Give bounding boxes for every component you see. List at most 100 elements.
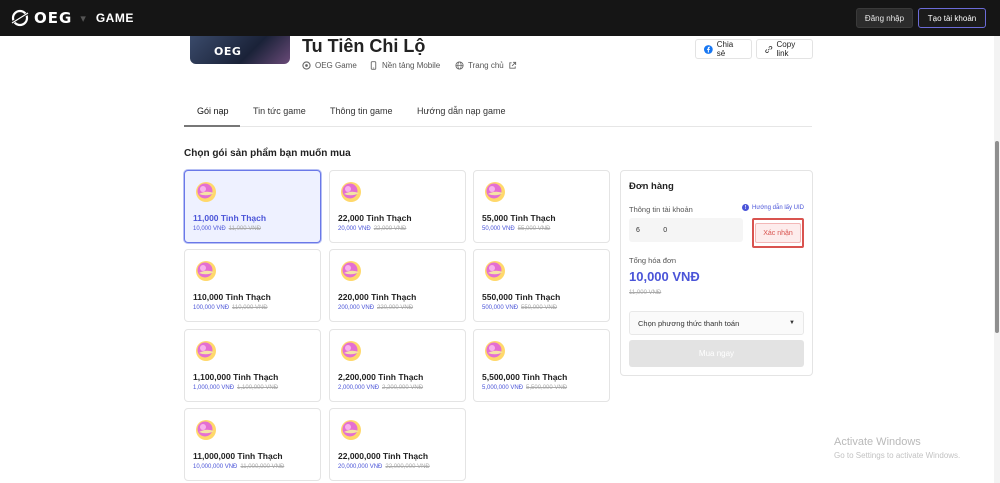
gem-icon bbox=[341, 420, 361, 440]
package-card[interactable]: 5,500,000 Tinh Thạch 5,000,000 VNĐ 5,500,0… bbox=[473, 329, 610, 402]
uid-input[interactable] bbox=[629, 218, 743, 242]
game-title: Tu Tiên Chi Lộ bbox=[302, 36, 426, 56]
package-card[interactable]: 1,100,000 Tinh Thạch 1,000,000 VNĐ 1,100,0… bbox=[184, 329, 321, 402]
package-price: 10,000 VNĐ 11,000 VNĐ bbox=[193, 226, 261, 232]
package-card[interactable]: 550,000 Tinh Thạch 500,000 VNĐ 550,000 VNĐ bbox=[473, 249, 610, 322]
share-button[interactable]: Chia sẻ bbox=[695, 39, 752, 59]
gem-icon bbox=[341, 261, 361, 281]
package-price: 1,000,000 VNĐ 1,100,000 VNĐ bbox=[193, 385, 278, 391]
package-name: 55,000 Tinh Thạch bbox=[482, 213, 556, 223]
package-price: 5,000,000 VNĐ 5,500,000 VNĐ bbox=[482, 385, 567, 391]
package-name: 11,000 Tinh Thạch bbox=[193, 213, 267, 223]
package-name: 1,100,000 Tinh Thạch bbox=[193, 372, 279, 382]
package-current-price: 50,000 VNĐ bbox=[482, 226, 515, 232]
order-panel: Đơn hàng Thông tin tài khoản ! Hướng dẫn… bbox=[620, 170, 813, 376]
package-name: 110,000 Tinh Thạch bbox=[193, 292, 271, 302]
package-original-price: 220,000 VNĐ bbox=[377, 305, 414, 311]
gem-icon bbox=[196, 182, 216, 202]
globe-icon bbox=[455, 61, 464, 70]
package-price: 10,000,000 VNĐ 11,000,000 VNĐ bbox=[193, 464, 284, 470]
content-tabs: Gói nạp Tin tức game Thông tin game Hướn… bbox=[184, 106, 812, 127]
package-card[interactable]: 55,000 Tinh Thạch 50,000 VNĐ 55,000 VNĐ bbox=[473, 170, 610, 243]
package-current-price: 20,000 VNĐ bbox=[338, 226, 371, 232]
package-name: 5,500,000 Tinh Thạch bbox=[482, 372, 568, 382]
package-current-price: 100,000 VNĐ bbox=[193, 305, 230, 311]
facebook-icon bbox=[704, 44, 713, 54]
gem-icon bbox=[341, 182, 361, 202]
total-label: Tổng hóa đơn bbox=[629, 256, 677, 265]
total-original-price: 11,000 VNĐ bbox=[629, 290, 662, 296]
gem-icon bbox=[196, 420, 216, 440]
publisher-name: OEG Game bbox=[315, 61, 357, 70]
package-original-price: 22,000 VNĐ bbox=[373, 226, 407, 232]
info-icon: ! bbox=[742, 204, 750, 211]
buy-now-button[interactable]: Mua ngay bbox=[629, 340, 804, 367]
gem-icon bbox=[485, 182, 505, 202]
uid-help-label: Hướng dẫn lấy UID bbox=[752, 204, 804, 211]
total-value: 10,000 VNĐ bbox=[629, 269, 700, 284]
package-original-price: 2,200,000 VNĐ bbox=[382, 385, 424, 391]
package-card[interactable]: 11,000 Tinh Thạch 10,000 VNĐ 11,000 VNĐ bbox=[184, 170, 321, 243]
package-card[interactable]: 110,000 Tinh Thạch 100,000 VNĐ 110,000 VNĐ bbox=[184, 249, 321, 322]
gem-icon bbox=[485, 261, 505, 281]
package-current-price: 20,000,000 VNĐ bbox=[338, 464, 383, 470]
external-link-icon bbox=[509, 61, 516, 69]
package-price: 2,000,000 VNĐ 2,200,000 VNĐ bbox=[338, 385, 423, 391]
scrollbar-thumb[interactable] bbox=[995, 141, 999, 333]
order-title: Đơn hàng bbox=[629, 181, 674, 192]
login-button[interactable]: Đăng nhập bbox=[856, 8, 913, 28]
section-label: GAME bbox=[95, 11, 134, 25]
tab-packages[interactable]: Gói nạp bbox=[197, 106, 229, 116]
game-thumbnail-logo: OEG bbox=[214, 45, 242, 58]
package-card[interactable]: 22,000 Tinh Thạch 20,000 VNĐ 22,000 VNĐ bbox=[329, 170, 466, 243]
package-original-price: 11,000 VNĐ bbox=[228, 226, 261, 232]
game-platform: Nền tảng Mobile bbox=[369, 61, 440, 70]
brand-name: OEG bbox=[34, 9, 73, 27]
package-original-price: 550,000 VNĐ bbox=[521, 305, 558, 311]
account-info-label: Thông tin tài khoản bbox=[629, 205, 693, 214]
gem-icon bbox=[196, 341, 216, 361]
gem-icon bbox=[196, 261, 216, 281]
package-name: 2,200,000 Tinh Thạch bbox=[338, 372, 424, 382]
copy-link-label: Copy link bbox=[776, 40, 796, 58]
package-current-price: 10,000,000 VNĐ bbox=[193, 464, 238, 470]
package-price: 200,000 VNĐ 220,000 VNĐ bbox=[338, 305, 413, 311]
package-original-price: 5,500,000 VNĐ bbox=[526, 385, 568, 391]
activate-windows-title: Activate Windows bbox=[834, 436, 921, 448]
package-name: 220,000 Tinh Thạch bbox=[338, 292, 417, 302]
page-scrollbar[interactable] bbox=[994, 36, 1000, 483]
package-original-price: 110,000 VNĐ bbox=[232, 305, 268, 311]
package-price: 50,000 VNĐ 55,000 VNĐ bbox=[482, 226, 550, 232]
copy-link-button[interactable]: Copy link bbox=[756, 39, 813, 59]
uid-help-link[interactable]: ! Hướng dẫn lấy UID bbox=[742, 204, 804, 211]
package-card[interactable]: 2,200,000 Tinh Thạch 2,000,000 VNĐ 2,200,0… bbox=[329, 329, 466, 402]
tab-game-news[interactable]: Tin tức game bbox=[253, 106, 306, 116]
active-tab-indicator bbox=[184, 125, 240, 127]
homepage-label: Trang chủ bbox=[468, 61, 504, 70]
package-card[interactable]: 11,000,000 Tinh Thạch 10,000,000 VNĐ 11,00… bbox=[184, 408, 321, 481]
package-price: 100,000 VNĐ 110,000 VNĐ bbox=[193, 305, 268, 311]
gem-icon bbox=[485, 341, 505, 361]
package-name: 11,000,000 Tinh Thạch bbox=[193, 451, 283, 461]
link-icon bbox=[765, 45, 773, 53]
confirm-button[interactable]: Xác nhận bbox=[755, 223, 801, 243]
package-original-price: 22,000,000 VNĐ bbox=[385, 464, 430, 470]
gem-icon bbox=[341, 341, 361, 361]
oeg-logo-icon bbox=[11, 9, 29, 27]
game-publisher: OEG Game bbox=[302, 61, 357, 70]
publisher-icon bbox=[302, 61, 311, 70]
brand-logo[interactable]: OEG ▾ GAME bbox=[10, 8, 134, 28]
package-card[interactable]: 220,000 Tinh Thạch 200,000 VNĐ 220,000 VNĐ bbox=[329, 249, 466, 322]
package-current-price: 200,000 VNĐ bbox=[338, 305, 375, 311]
activate-windows-subtitle: Go to Settings to activate Windows. bbox=[834, 451, 961, 460]
register-button[interactable]: Tạo tài khoản bbox=[918, 8, 986, 28]
game-thumbnail: OEG bbox=[190, 36, 290, 64]
package-original-price: 55,000 VNĐ bbox=[517, 226, 551, 232]
brand-separator-icon: ▾ bbox=[80, 12, 86, 25]
payment-method-select[interactable]: Chọn phương thức thanh toán ▼ bbox=[629, 311, 804, 335]
package-card[interactable]: 22,000,000 Tinh Thạch 20,000,000 VNĐ 22,00… bbox=[329, 408, 466, 481]
package-name: 550,000 Tinh Thạch bbox=[482, 292, 561, 302]
game-homepage-link[interactable]: Trang chủ bbox=[455, 61, 517, 70]
tab-topup-guide[interactable]: Hướng dẫn nạp game bbox=[417, 106, 505, 116]
tab-game-info[interactable]: Thông tin game bbox=[330, 106, 393, 116]
